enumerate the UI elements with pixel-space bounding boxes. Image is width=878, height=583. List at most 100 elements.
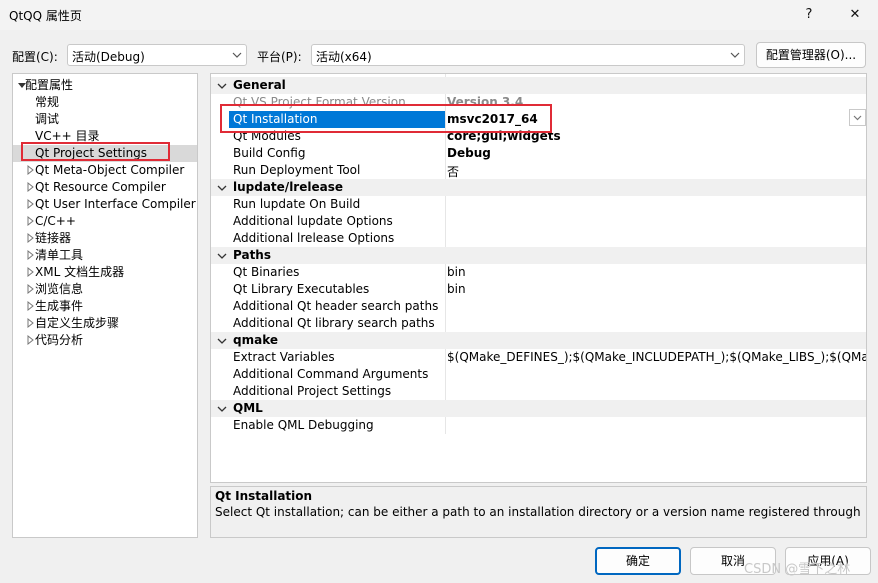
property-row[interactable]: Additional Command Arguments [211, 366, 866, 383]
property-row[interactable]: Additional lrelease Options [211, 230, 866, 247]
tree-item-label: Qt Meta-Object Compiler [35, 163, 185, 177]
tree-item-debugging[interactable]: 调试 [13, 111, 197, 128]
title-bar: QtQQ 属性页 ? ✕ [0, 0, 878, 30]
tree-item-linker[interactable]: 链接器 [13, 230, 197, 247]
triangle-right-icon[interactable] [25, 250, 35, 260]
property-name: Run lupdate On Build [233, 197, 361, 211]
category-lupdate-lrelease[interactable]: lupdate/lrelease [211, 179, 866, 196]
tree-item-label: Qt User Interface Compiler [35, 197, 196, 211]
property-name: Additional Qt library search paths [233, 316, 435, 330]
qt-installation-highlight-box [220, 104, 552, 133]
description-title: Qt Installation [215, 489, 313, 503]
tree-item-code-analysis[interactable]: 代码分析 [13, 332, 197, 349]
value-dropdown-button[interactable] [849, 109, 866, 126]
property-grid: General Qt VS Project Format Version Ver… [210, 73, 867, 483]
category-label: qmake [233, 333, 278, 347]
description-panel: Qt Installation Select Qt installation; … [210, 486, 867, 538]
chevron-down-icon [853, 115, 862, 121]
property-row[interactable]: Extract Variables $(QMake_DEFINES_);$(QM… [211, 349, 866, 366]
platform-label: 平台(P): [257, 50, 302, 64]
config-dropdown[interactable]: 活动(Debug) [67, 44, 247, 66]
property-name: Additional Qt header search paths [233, 299, 439, 313]
property-row[interactable]: Additional Qt library search paths [211, 315, 866, 332]
category-label: General [233, 78, 286, 92]
triangle-right-icon[interactable] [25, 301, 35, 311]
category-qmake[interactable]: qmake [211, 332, 866, 349]
tree-item-label: 自定义生成步骤 [35, 316, 120, 330]
triangle-right-icon[interactable] [25, 233, 35, 243]
property-row[interactable]: Run Deployment Tool 否 [211, 162, 866, 179]
triangle-right-icon[interactable] [25, 335, 35, 345]
collapse-icon[interactable] [217, 251, 227, 261]
configuration-manager-button[interactable]: 配置管理器(O)... [756, 42, 866, 68]
property-name: Additional Command Arguments [233, 367, 429, 381]
triangle-right-icon[interactable] [25, 318, 35, 328]
category-paths[interactable]: Paths [211, 247, 866, 264]
chevron-down-icon [232, 52, 242, 58]
triangle-right-icon[interactable] [25, 267, 35, 277]
collapse-icon[interactable] [217, 404, 227, 414]
property-row[interactable]: Run lupdate On Build [211, 196, 866, 213]
tree-item-build-events[interactable]: 生成事件 [13, 298, 197, 315]
tree-item-label: 链接器 [35, 231, 72, 245]
tree-item-label: 清单工具 [35, 248, 84, 262]
property-row[interactable]: Additional lupdate Options [211, 213, 866, 230]
property-value: bin [447, 265, 466, 279]
triangle-right-icon[interactable] [25, 182, 35, 192]
triangle-right-icon[interactable] [25, 284, 35, 294]
tree-item-qt-rcc[interactable]: Qt Resource Compiler [13, 179, 197, 196]
triangle-right-icon[interactable] [25, 165, 35, 175]
property-value: bin [447, 282, 466, 296]
tree-item-cpp[interactable]: C/C++ [13, 213, 197, 230]
collapse-icon[interactable] [217, 183, 227, 193]
property-name: Additional lupdate Options [233, 214, 393, 228]
category-label: Paths [233, 248, 271, 262]
category-label: QML [233, 401, 263, 415]
tree-item-label: C/C++ [35, 214, 76, 228]
category-label: lupdate/lrelease [233, 180, 343, 194]
config-value: 活动(Debug) [72, 50, 145, 64]
tree-item-label: 调试 [35, 112, 60, 126]
property-row[interactable]: Enable QML Debugging [211, 417, 866, 434]
selection-highlight-box [21, 142, 170, 161]
property-name: Qt Library Executables [233, 282, 370, 296]
help-button[interactable]: ? [794, 3, 824, 27]
ok-button[interactable]: 确定 [595, 547, 681, 575]
category-qml[interactable]: QML [211, 400, 866, 417]
watermark: CSDN @雪下之林 [744, 562, 851, 577]
triangle-right-icon[interactable] [25, 199, 35, 209]
property-name: Run Deployment Tool [233, 163, 361, 177]
tree-item-label: 代码分析 [35, 333, 84, 347]
property-row[interactable]: Build Config Debug [211, 145, 866, 162]
property-row[interactable]: Qt Binaries bin [211, 264, 866, 281]
tree-item-label: 浏览信息 [35, 282, 84, 296]
platform-dropdown[interactable]: 活动(x64) [311, 44, 745, 66]
tree-root-label: 配置属性 [25, 78, 74, 92]
property-row[interactable]: Additional Qt header search paths [211, 298, 866, 315]
tree-item-label: XML 文档生成器 [35, 265, 125, 279]
property-value: $(QMake_DEFINES_);$(QMake_INCLUDEPATH_);… [447, 350, 866, 364]
property-row[interactable]: Qt Library Executables bin [211, 281, 866, 298]
tree-item-qt-moc[interactable]: Qt Meta-Object Compiler [13, 162, 197, 179]
property-name: Additional Project Settings [233, 384, 392, 398]
tree-item-manifest-tool[interactable]: 清单工具 [13, 247, 197, 264]
triangle-right-icon[interactable] [25, 216, 35, 226]
platform-value: 活动(x64) [316, 50, 372, 64]
property-name: Extract Variables [233, 350, 335, 364]
tree-item-qt-uic[interactable]: Qt User Interface Compiler [13, 196, 197, 213]
property-value: Debug [447, 146, 491, 160]
category-general[interactable]: General [211, 77, 866, 94]
property-row[interactable]: Additional Project Settings [211, 383, 866, 400]
close-button[interactable]: ✕ [840, 3, 870, 27]
collapse-icon[interactable] [217, 336, 227, 346]
tree-root-config-properties[interactable]: 配置属性 [13, 77, 197, 94]
collapse-icon[interactable] [217, 81, 227, 91]
tree-item-label: 生成事件 [35, 299, 84, 313]
config-label: 配置(C): [12, 50, 58, 64]
tree-item-browse-info[interactable]: 浏览信息 [13, 281, 197, 298]
tree-item-general[interactable]: 常规 [13, 94, 197, 111]
tree-item-xml-doc-generator[interactable]: XML 文档生成器 [13, 264, 197, 281]
property-value: 否 [447, 165, 460, 179]
chevron-down-icon [730, 52, 740, 58]
tree-item-custom-build-step[interactable]: 自定义生成步骤 [13, 315, 197, 332]
